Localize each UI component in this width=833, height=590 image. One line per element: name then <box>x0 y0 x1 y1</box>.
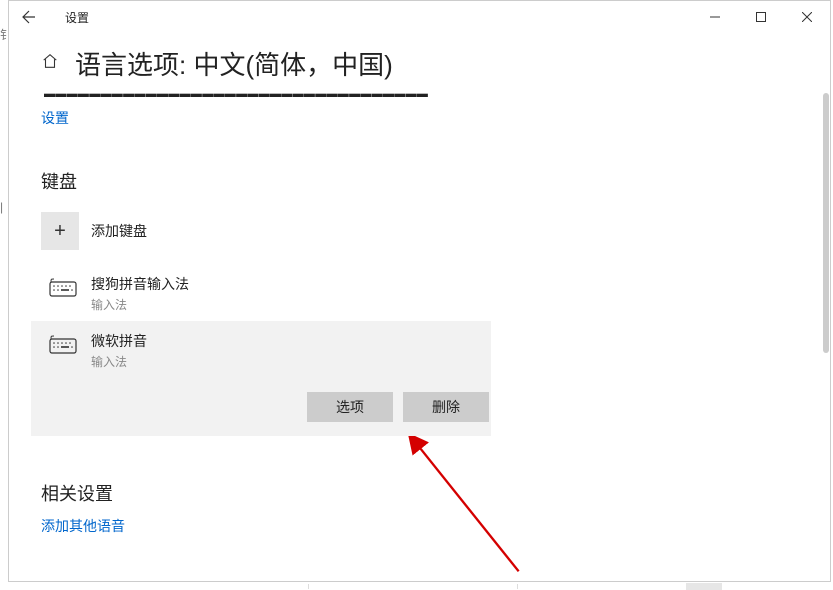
keyboard-item-microsoft: 微软拼音 输入法 <box>49 331 491 370</box>
keyboard-item-microsoft-selected[interactable]: 微软拼音 输入法 选项 删除 <box>31 321 491 436</box>
close-icon <box>802 12 812 22</box>
background-fragment <box>308 584 518 589</box>
plus-icon: + <box>41 212 79 250</box>
keyboard-subtype: 输入法 <box>91 296 189 313</box>
background-fragment-2 <box>686 583 722 590</box>
settings-window: 设置 语言选项: 中文(简体，中国) ▬▬▬▬▬▬▬▬▬▬▬▬▬▬▬▬▬▬▬▬▬… <box>8 0 831 582</box>
related-settings-title: 相关设置 <box>41 480 798 506</box>
maximize-icon <box>756 12 766 22</box>
titlebar: 设置 <box>9 1 830 33</box>
remove-button[interactable]: 删除 <box>403 392 489 422</box>
scrollbar-thumb[interactable] <box>823 93 829 353</box>
header-row: 语言选项: 中文(简体，中国) <box>41 45 798 82</box>
back-button[interactable] <box>17 5 41 29</box>
edge-fragment: 钅 <box>0 26 6 46</box>
home-icon[interactable] <box>41 52 59 75</box>
titlebar-left: 设置 <box>17 5 89 29</box>
keyboard-name: 微软拼音 <box>91 331 147 351</box>
keyboard-icon <box>49 277 77 302</box>
keyboard-section-title: 键盘 <box>41 168 798 194</box>
back-arrow-icon <box>21 9 37 25</box>
keyboard-subtype: 输入法 <box>91 353 147 370</box>
window-controls <box>692 1 830 33</box>
keyboard-icon <box>49 334 77 359</box>
keyboard-item-text: 搜狗拼音输入法 输入法 <box>91 274 189 313</box>
minimize-icon <box>710 12 720 22</box>
keyboard-name: 搜狗拼音输入法 <box>91 274 189 294</box>
page-title: 语言选项: 中文(简体，中国) <box>75 45 393 82</box>
close-button[interactable] <box>784 1 830 33</box>
minimize-button[interactable] <box>692 1 738 33</box>
settings-link[interactable]: 设置 <box>41 108 69 128</box>
edge-fragment-2: | <box>0 200 6 220</box>
maximize-button[interactable] <box>738 1 784 33</box>
options-button[interactable]: 选项 <box>307 392 393 422</box>
content-area: 语言选项: 中文(简体，中国) ▬▬▬▬▬▬▬▬▬▬▬▬▬▬▬▬▬▬▬▬▬▬▬▬… <box>9 33 830 581</box>
keyboard-item-sogou[interactable]: 搜狗拼音输入法 输入法 <box>41 268 798 321</box>
truncated-description: ▬▬▬▬▬▬▬▬▬▬▬▬▬▬▬▬▬▬▬▬▬▬▬▬▬▬▬▬▬▬▬▬▬▬ <box>44 88 798 100</box>
add-keyboard-label: 添加键盘 <box>91 221 147 241</box>
keyboard-item-text: 微软拼音 输入法 <box>91 331 147 370</box>
window-title: 设置 <box>65 9 89 26</box>
keyboard-actions: 选项 删除 <box>49 392 489 422</box>
add-other-voice-link[interactable]: 添加其他语音 <box>41 518 125 534</box>
add-keyboard-button[interactable]: + 添加键盘 <box>41 212 798 250</box>
